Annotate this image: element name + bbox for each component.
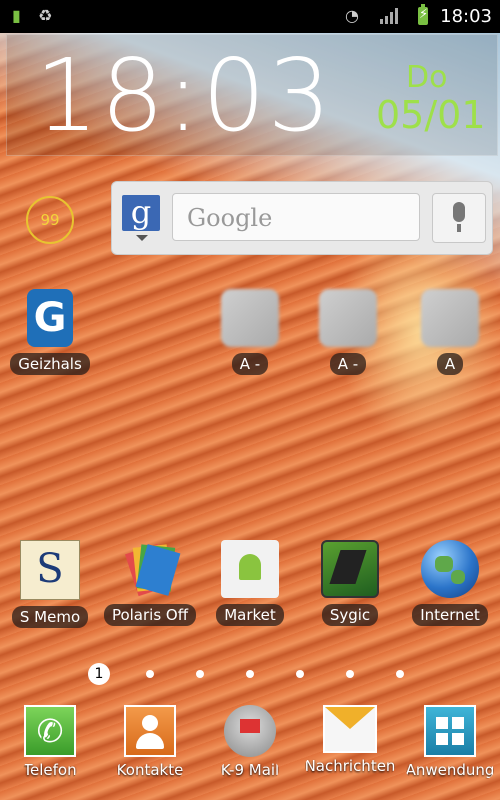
s-memo-icon: S — [20, 540, 80, 600]
geizhals-icon: G — [27, 289, 73, 347]
signal-icon — [380, 8, 400, 24]
app-label: A — [436, 353, 464, 375]
internet-globe-icon — [421, 540, 479, 598]
app-contact-2[interactable]: A - — [298, 289, 398, 379]
google-search-widget[interactable]: g Google — [111, 181, 493, 255]
contact-a-icon — [421, 289, 479, 347]
dock-telefon[interactable]: ✆ Telefon — [0, 705, 100, 783]
app-label: S Memo — [11, 606, 89, 628]
clock-date: 05/01 — [376, 93, 486, 137]
k9-mail-icon — [224, 705, 276, 757]
status-bar: ▮ ♻ ◔ ⚡ 18:03 — [0, 0, 500, 33]
voice-search-button[interactable] — [432, 193, 486, 243]
contact-a-icon — [221, 289, 279, 347]
messages-icon — [323, 705, 377, 753]
page-dot[interactable] — [396, 670, 404, 678]
recycle-icon: ♻ — [38, 6, 53, 25]
clock-day: Do — [406, 60, 448, 95]
dock-label: Kontakte — [116, 761, 184, 779]
dock-anwendung[interactable]: Anwendung — [400, 705, 500, 783]
page-indicator-current[interactable]: 1 — [88, 663, 110, 685]
battery-charging-icon: ⚡ — [418, 4, 428, 25]
app-label: Geizhals — [10, 353, 90, 375]
status-time: 18:03 — [440, 6, 492, 27]
notification-badge[interactable]: 99 — [26, 196, 74, 244]
app-market[interactable]: Market — [200, 540, 300, 630]
clock-time: 18:03 — [35, 37, 334, 154]
page-indicator[interactable]: 1 — [0, 663, 500, 685]
apps-grid-icon — [424, 705, 476, 757]
page-dot[interactable] — [346, 670, 354, 678]
search-input[interactable]: Google — [172, 193, 420, 241]
dock-label: Anwendung — [405, 761, 495, 779]
app-label: A - — [329, 353, 367, 375]
battery-status-icon: ▮ — [12, 6, 21, 25]
dock-kontakte[interactable]: Kontakte — [100, 705, 200, 783]
google-logo-icon[interactable]: g — [122, 195, 160, 231]
app-polaris-office[interactable]: Polaris Off — [100, 540, 200, 630]
sygic-icon — [321, 540, 379, 598]
app-s-memo[interactable]: S S Memo — [0, 540, 100, 632]
page-dot[interactable] — [146, 670, 154, 678]
microphone-icon — [453, 202, 465, 222]
app-label: A - — [231, 353, 269, 375]
app-internet[interactable]: Internet — [400, 540, 500, 630]
dock-label: K-9 Mail — [220, 761, 280, 779]
app-contact-3[interactable]: A — [400, 289, 500, 379]
contacts-icon — [124, 705, 176, 757]
dock-nachrichten[interactable]: Nachrichten — [300, 705, 400, 779]
market-icon — [221, 540, 279, 598]
phone-icon: ✆ — [24, 705, 76, 757]
dropdown-arrow-icon[interactable] — [136, 235, 148, 241]
app-label: Sygic — [321, 604, 379, 626]
app-label: Market — [216, 604, 284, 626]
app-geizhals[interactable]: G Geizhals — [0, 289, 100, 379]
dock-k9-mail[interactable]: K-9 Mail — [200, 705, 300, 783]
app-contact-1[interactable]: A - — [200, 289, 300, 379]
app-sygic[interactable]: Sygic — [300, 540, 400, 630]
page-dot[interactable] — [296, 670, 304, 678]
app-label: Polaris Off — [103, 604, 197, 626]
dock-label: Telefon — [23, 761, 77, 779]
dock-label: Nachrichten — [304, 757, 396, 775]
clock-widget[interactable]: 18:03 Do 05/01 — [6, 34, 498, 156]
page-dot[interactable] — [246, 670, 254, 678]
app-label: Internet — [412, 604, 488, 626]
page-dot[interactable] — [196, 670, 204, 678]
polaris-office-icon — [121, 540, 181, 598]
contact-a-icon — [319, 289, 377, 347]
wifi-icon: ◔ — [345, 6, 359, 25]
